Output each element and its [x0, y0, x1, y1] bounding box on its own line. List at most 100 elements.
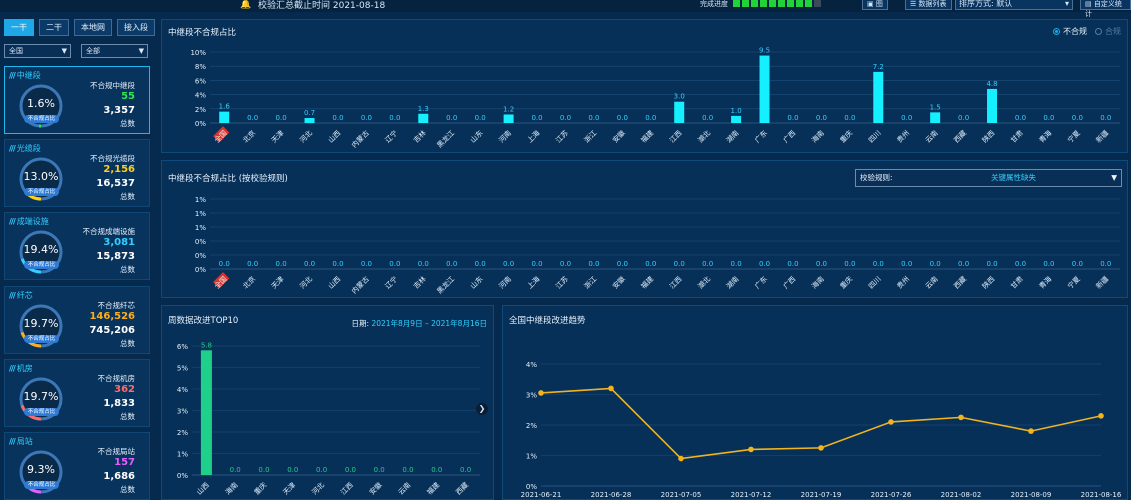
x-tick-label[interactable]: 湖北 [696, 274, 712, 290]
tab-level[interactable]: 二干 [39, 19, 69, 36]
resource-card[interactable]: ///局站 9.3% 不合规占比 不合规局站 157 1,686 总数 [4, 432, 150, 500]
x-tick-label[interactable]: 广西 [781, 128, 797, 144]
trend-point[interactable] [818, 445, 824, 451]
x-tick-label[interactable]: 重庆 [838, 128, 854, 144]
x-tick-label[interactable]: 浙江 [582, 274, 598, 290]
x-tick-label[interactable]: 陕西 [980, 274, 996, 290]
trend-point[interactable] [608, 385, 614, 392]
bar[interactable] [930, 112, 941, 123]
x-tick-label[interactable]: 福建 [425, 480, 441, 496]
x-tick-label[interactable]: 陕西 [980, 128, 996, 144]
x-tick-label[interactable]: 辽宁 [383, 128, 399, 144]
trend-point[interactable] [888, 419, 894, 425]
x-tick-label[interactable]: 甘肃 [1009, 128, 1025, 144]
resource-card[interactable]: ///成端设施 19.4% 不合规占比 不合规成端设施 3,081 15,873 总数 [4, 212, 150, 280]
scope-select[interactable]: 全部 ▼ [81, 44, 148, 58]
trend-point[interactable] [678, 455, 684, 462]
bar[interactable] [674, 101, 685, 123]
x-tick-label[interactable]: 福建 [639, 128, 655, 144]
trend-point[interactable] [1098, 413, 1104, 419]
x-tick-label[interactable]: 河北 [298, 129, 314, 145]
x-tick-label[interactable]: 内蒙古 [350, 274, 371, 295]
x-tick-label[interactable]: 新疆 [1094, 128, 1110, 144]
x-tick-label[interactable]: 云南 [923, 274, 939, 290]
x-tick-label[interactable]: 四川 [867, 129, 883, 145]
custom-stats-button[interactable]: ▤ 自定义统计 [1080, 0, 1131, 18]
x-tick-label[interactable]: 上海 [525, 274, 541, 290]
x-tick-label[interactable]: 新疆 [1094, 274, 1110, 290]
x-tick-label[interactable]: 海南 [223, 480, 239, 496]
x-tick-label[interactable]: 河北 [298, 275, 314, 291]
x-tick-label[interactable]: 四川 [867, 275, 883, 291]
resource-card[interactable]: ///纤芯 19.7% 不合规占比 不合规纤芯 146,526 745,206 总数 [4, 286, 150, 354]
x-tick-label[interactable]: 浙江 [582, 128, 598, 144]
x-tick-label[interactable]: 上海 [525, 128, 541, 144]
x-tick-label[interactable]: 西藏 [454, 480, 470, 496]
x-tick-label[interactable]: 河北 [310, 481, 326, 497]
x-tick-label[interactable]: 安徽 [610, 128, 626, 144]
x-tick-label[interactable]: 宁夏 [1065, 128, 1081, 144]
x-tick-label[interactable]: 云南 [396, 480, 412, 496]
x-tick-label[interactable]: 山西 [195, 480, 211, 496]
x-tick-label[interactable]: 安徽 [610, 274, 626, 290]
x-tick-label[interactable]: 湖北 [696, 128, 712, 144]
x-tick-label[interactable]: 内蒙古 [350, 128, 371, 149]
x-tick-label[interactable]: 天津 [270, 275, 286, 291]
bar[interactable] [759, 55, 770, 123]
bar[interactable] [304, 118, 315, 123]
x-tick-label[interactable]: 天津 [282, 481, 298, 497]
trend-point[interactable] [1028, 428, 1034, 434]
x-tick-label[interactable]: 广东 [753, 274, 769, 290]
resource-card[interactable]: ///中继段 1.6% 不合规占比 不合规中继段 55 3,357 总数 [4, 66, 150, 134]
sort-select[interactable]: 排序方式: 默认 ▾ [955, 0, 1073, 10]
x-tick-label[interactable]: 江西 [339, 481, 355, 497]
export-image-button[interactable]: ▣ 图 [862, 0, 888, 10]
resource-card[interactable]: ///机房 19.7% 不合规占比 不合规机房 362 1,833 总数 [4, 359, 150, 427]
bar[interactable] [987, 88, 998, 123]
x-tick-label[interactable]: 宁夏 [1065, 274, 1081, 290]
bar[interactable] [219, 111, 230, 123]
x-tick-label[interactable]: 广东 [753, 128, 769, 144]
bar[interactable] [503, 114, 514, 123]
x-tick-label[interactable]: 北京 [241, 274, 257, 290]
x-tick-label[interactable]: 江苏 [554, 274, 570, 290]
x-tick-label[interactable]: 黑龙江 [435, 128, 456, 149]
x-tick-label[interactable]: 江苏 [554, 128, 570, 144]
tab-level[interactable]: 接入段 [117, 19, 155, 36]
x-tick-label[interactable]: 广西 [781, 274, 797, 290]
x-tick-label[interactable]: 贵州 [895, 128, 911, 144]
data-list-button[interactable]: ☰ 数据列表 [905, 0, 952, 10]
x-tick-label[interactable]: 河南 [497, 274, 513, 290]
x-tick-label[interactable]: 北京 [241, 128, 257, 144]
x-tick-label[interactable]: 重庆 [252, 480, 268, 496]
bar[interactable] [731, 115, 742, 123]
x-tick-label[interactable]: 青海 [1037, 128, 1053, 144]
x-tick-label[interactable]: 湖南 [724, 128, 740, 144]
resource-card[interactable]: ///光缆段 13.0% 不合规占比 不合规光缆段 2,156 16,537 总数 [4, 139, 150, 207]
x-tick-label[interactable]: 安徽 [367, 480, 383, 496]
x-tick-label[interactable]: 黑龙江 [435, 274, 456, 295]
x-tick-label[interactable]: 青海 [1037, 274, 1053, 290]
next-page-button[interactable]: ❯ [476, 403, 488, 415]
bar[interactable] [418, 113, 429, 123]
x-tick-label[interactable]: 吉林 [411, 128, 427, 144]
x-tick-label[interactable]: 西藏 [952, 274, 968, 290]
x-tick-label[interactable]: 天津 [270, 129, 286, 145]
tab-level[interactable]: 一干 [4, 19, 34, 36]
x-tick-label[interactable]: 海南 [810, 274, 826, 290]
trend-point[interactable] [958, 414, 964, 421]
x-tick-label[interactable]: 江西 [668, 129, 684, 145]
tab-level[interactable]: 本地网 [74, 19, 112, 36]
x-tick-label[interactable]: 辽宁 [383, 274, 399, 290]
x-tick-label[interactable]: 江西 [668, 275, 684, 291]
trend-point[interactable] [748, 446, 754, 453]
x-tick-label[interactable]: 河南 [497, 128, 513, 144]
bar[interactable] [200, 350, 212, 475]
x-tick-label[interactable]: 海南 [810, 128, 826, 144]
x-tick-label[interactable]: 山东 [468, 128, 484, 144]
x-tick-label[interactable]: 湖南 [724, 274, 740, 290]
x-tick-label[interactable]: 云南 [923, 128, 939, 144]
x-tick-label[interactable]: 山西 [326, 128, 342, 144]
trend-point[interactable] [538, 390, 544, 396]
x-tick-label[interactable]: 重庆 [838, 274, 854, 290]
